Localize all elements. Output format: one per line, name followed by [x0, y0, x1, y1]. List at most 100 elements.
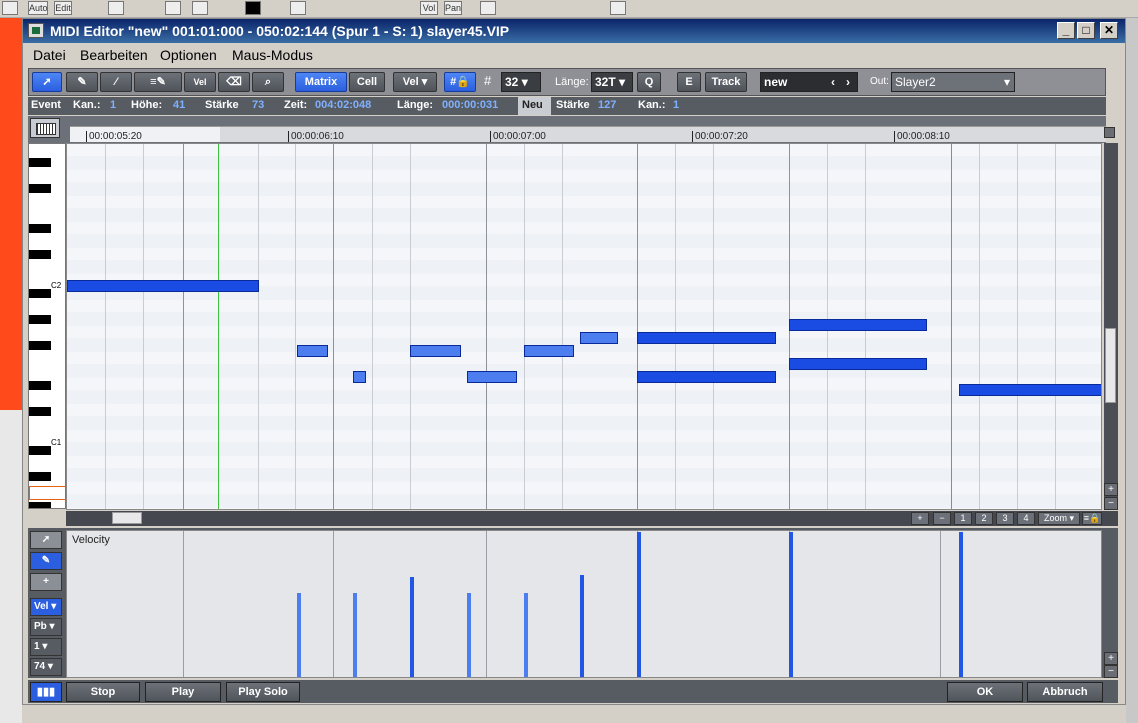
- ok-button[interactable]: OK: [947, 682, 1023, 702]
- black-key[interactable]: [29, 407, 51, 416]
- horizontal-scroll-thumb[interactable]: [112, 512, 142, 524]
- velocity-draw-icon[interactable]: ✎: [30, 552, 62, 570]
- arrow-right-icon[interactable]: ›: [846, 73, 850, 91]
- pan-button[interactable]: Pan: [444, 1, 462, 15]
- midi-note[interactable]: [353, 371, 366, 383]
- horizontal-scrollbar[interactable]: + − 1 2 3 4 Zoom ▾ ≡🔒: [66, 511, 1118, 526]
- pencil-tool-icon[interactable]: ✎: [66, 72, 98, 92]
- snap-lock-icon[interactable]: #🔒: [444, 72, 476, 92]
- zoom-preset-2[interactable]: 2: [975, 512, 993, 525]
- hoehe-value[interactable]: 41: [173, 99, 185, 111]
- background-tool-icon[interactable]: [108, 1, 124, 15]
- value-select[interactable]: 74 ▾: [30, 658, 62, 676]
- menu-bearbeiten[interactable]: Bearbeiten: [80, 47, 148, 63]
- zoom-in-vertical-button[interactable]: +: [1104, 483, 1118, 496]
- pb-select[interactable]: Pb ▾: [30, 618, 62, 636]
- stop-button[interactable]: Stop: [66, 682, 140, 702]
- play-button[interactable]: Play: [145, 682, 221, 702]
- midi-note[interactable]: [789, 319, 927, 331]
- arrow-left-icon[interactable]: ‹: [831, 73, 835, 91]
- staerke-value[interactable]: 73: [252, 99, 264, 111]
- zeit-value[interactable]: 004:02:048: [315, 99, 371, 111]
- velocity-bar[interactable]: [789, 532, 793, 677]
- eraser-tool-icon[interactable]: ⌫: [218, 72, 250, 92]
- out-select[interactable]: Slayer2 ▾: [891, 72, 1015, 92]
- zoom-in-horizontal-button[interactable]: +: [911, 512, 929, 525]
- velocity-add-icon[interactable]: +: [30, 573, 62, 591]
- vol-button[interactable]: Vol: [420, 1, 438, 15]
- laenge-info-value[interactable]: 000:00:031: [442, 99, 498, 111]
- velocity-bar[interactable]: [410, 577, 414, 677]
- midi-note[interactable]: [637, 371, 776, 383]
- e-button[interactable]: E: [677, 72, 701, 92]
- abbruch-button[interactable]: Abbruch: [1027, 682, 1103, 702]
- velocity-tool[interactable]: Vel: [184, 72, 216, 92]
- velocity-zoom-out-button[interactable]: −: [1104, 665, 1118, 678]
- vel-select[interactable]: Vel ▾: [30, 598, 62, 616]
- velocity-bar[interactable]: [959, 532, 963, 677]
- vertical-scrollbar[interactable]: + −: [1104, 143, 1118, 510]
- black-key[interactable]: [29, 250, 51, 259]
- loop-marker[interactable]: [218, 144, 219, 509]
- play-solo-button[interactable]: Play Solo: [226, 682, 300, 702]
- title-bar[interactable]: MIDI Editor "new" 001:01:000 - 050:02:14…: [23, 19, 1125, 43]
- vel-dropdown[interactable]: Vel ▾: [393, 72, 437, 92]
- grid-select[interactable]: 32 ▾: [501, 72, 541, 92]
- velocity-bar[interactable]: [524, 593, 528, 677]
- minimize-button[interactable]: _: [1057, 22, 1075, 39]
- midi-note[interactable]: [789, 358, 927, 370]
- menu-maus-modus[interactable]: Maus-Modus: [232, 47, 313, 63]
- loop-marker[interactable]: [951, 144, 952, 509]
- midi-note[interactable]: [637, 332, 776, 344]
- ruler-scroll-button[interactable]: [1104, 127, 1115, 138]
- background-tool-icon[interactable]: [165, 1, 181, 15]
- black-key[interactable]: [29, 224, 51, 233]
- kan-value[interactable]: 1: [110, 99, 116, 111]
- time-ruler[interactable]: 00:00:05:20 00:00:06:10 00:00:07:00 00:0…: [70, 126, 1106, 142]
- black-key[interactable]: [29, 472, 51, 481]
- velocity-bar[interactable]: [637, 532, 641, 677]
- midi-note[interactable]: [959, 384, 1101, 396]
- midi-note[interactable]: [67, 280, 259, 292]
- cell-button[interactable]: Cell: [349, 72, 385, 92]
- auto-button[interactable]: Auto: [28, 1, 48, 15]
- multi-pencil-tool-icon[interactable]: ≡✎: [134, 72, 182, 92]
- note-grid[interactable]: [66, 143, 1102, 510]
- zoom-dropdown[interactable]: Zoom ▾: [1038, 512, 1080, 525]
- black-key[interactable]: [29, 184, 51, 193]
- black-key[interactable]: [29, 502, 51, 508]
- velocity-bar[interactable]: [353, 593, 357, 677]
- midi-note[interactable]: [524, 345, 574, 357]
- zoom-lock-icon[interactable]: ≡🔒: [1082, 512, 1102, 525]
- channel-select[interactable]: 1 ▾: [30, 638, 62, 656]
- black-key[interactable]: [29, 289, 51, 298]
- midi-note[interactable]: [580, 332, 618, 344]
- neu-staerke-value[interactable]: 127: [598, 99, 616, 111]
- black-key[interactable]: [29, 446, 51, 455]
- matrix-button[interactable]: Matrix: [295, 72, 347, 92]
- midi-note[interactable]: [410, 345, 461, 357]
- zoom-out-vertical-button[interactable]: −: [1104, 497, 1118, 510]
- menu-optionen[interactable]: Optionen: [160, 47, 217, 63]
- zoom-out-horizontal-button[interactable]: −: [933, 512, 951, 525]
- velocity-bar[interactable]: [467, 593, 471, 677]
- background-tool-icon[interactable]: [192, 1, 208, 15]
- neu-kan-value[interactable]: 1: [673, 99, 679, 111]
- black-key[interactable]: [29, 341, 51, 350]
- background-tool-icon[interactable]: [290, 1, 306, 15]
- zoom-tool-icon[interactable]: ⌕: [252, 72, 284, 92]
- pointer-tool-icon[interactable]: ➚: [32, 72, 62, 92]
- velocity-view-icon[interactable]: ▮▮▮: [30, 682, 62, 702]
- zoom-preset-4[interactable]: 4: [1017, 512, 1035, 525]
- zoom-preset-1[interactable]: 1: [954, 512, 972, 525]
- keyboard-view-icon[interactable]: [30, 118, 60, 138]
- velocity-pointer-icon[interactable]: ➚: [30, 531, 62, 549]
- quantize-button[interactable]: Q: [637, 72, 661, 92]
- midi-note[interactable]: [467, 371, 517, 383]
- line-tool-icon[interactable]: ⁄: [100, 72, 132, 92]
- black-key[interactable]: [29, 315, 51, 324]
- background-tool-icon[interactable]: [610, 1, 626, 15]
- track-button[interactable]: Track: [705, 72, 747, 92]
- midi-note[interactable]: [297, 345, 328, 357]
- close-button[interactable]: ✕: [1100, 22, 1118, 39]
